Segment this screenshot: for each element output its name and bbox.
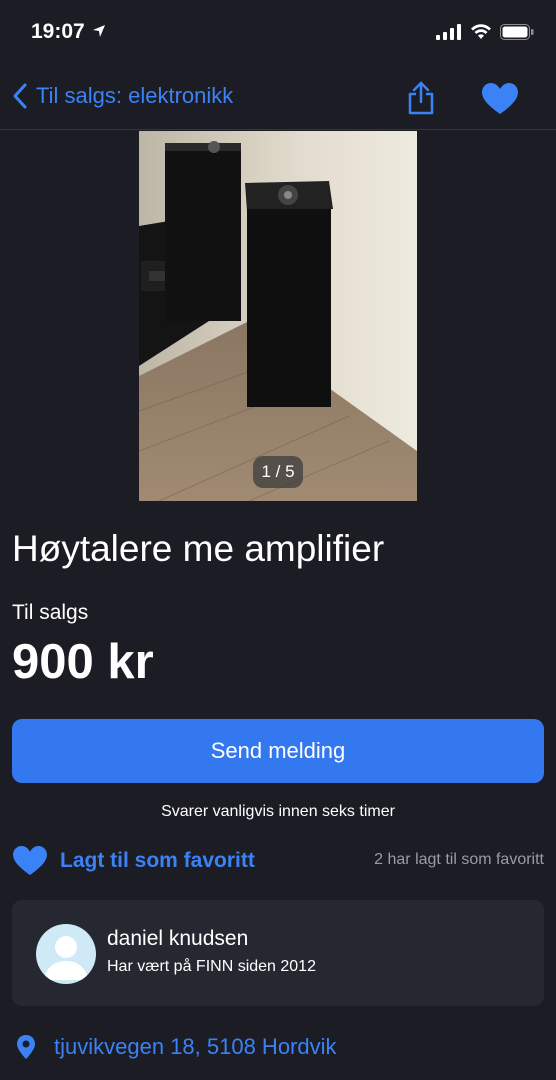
share-button[interactable]: [406, 80, 436, 121]
product-photo[interactable]: 1 / 5: [139, 131, 417, 501]
status-bar: 19:07: [0, 0, 556, 68]
favorite-button[interactable]: [481, 82, 519, 121]
back-label: Til salgs: elektronikk: [36, 83, 234, 108]
send-message-button[interactable]: Send melding: [12, 719, 544, 783]
photo-counter: 1 / 5: [253, 456, 303, 488]
location-arrow-icon: [92, 24, 106, 43]
nav-bar: Til salgs: elektronikk: [0, 68, 556, 130]
listing-price: 900 kr: [12, 635, 154, 689]
back-button[interactable]: Til salgs: elektronikk: [12, 82, 233, 110]
battery-icon: [500, 24, 534, 45]
response-time-note: Svarer vanligvis innen seks timer: [161, 803, 395, 820]
seller-card[interactable]: daniel knudsen Har vært på FINN siden 20…: [12, 900, 544, 1006]
sale-type-label: Til salgs: [12, 601, 89, 624]
signal-icon: [436, 24, 462, 45]
person-icon: [44, 936, 88, 980]
seller-member-since: Har vært på FINN siden 2012: [107, 958, 316, 975]
avatar: [36, 924, 96, 984]
status-indicators: [436, 24, 534, 45]
heart-icon: [482, 83, 518, 114]
listing-title: Høytalere me amplifier: [12, 528, 385, 569]
favorite-count: 2 har lagt til som favoritt: [374, 851, 544, 868]
status-time: 19:07: [31, 20, 85, 43]
map-pin-icon: [16, 1034, 36, 1065]
speaker-photo-image: [139, 131, 417, 501]
wifi-icon: [470, 24, 492, 45]
favorite-status-link[interactable]: Lagt til som favoritt: [60, 849, 255, 873]
seller-name: daniel knudsen: [107, 927, 249, 950]
chevron-left-icon: [13, 83, 27, 109]
address-link[interactable]: tjuvikvegen 18, 5108 Hordvik: [54, 1034, 337, 1060]
share-icon: [408, 81, 434, 115]
favorited-heart-icon[interactable]: [12, 845, 48, 882]
